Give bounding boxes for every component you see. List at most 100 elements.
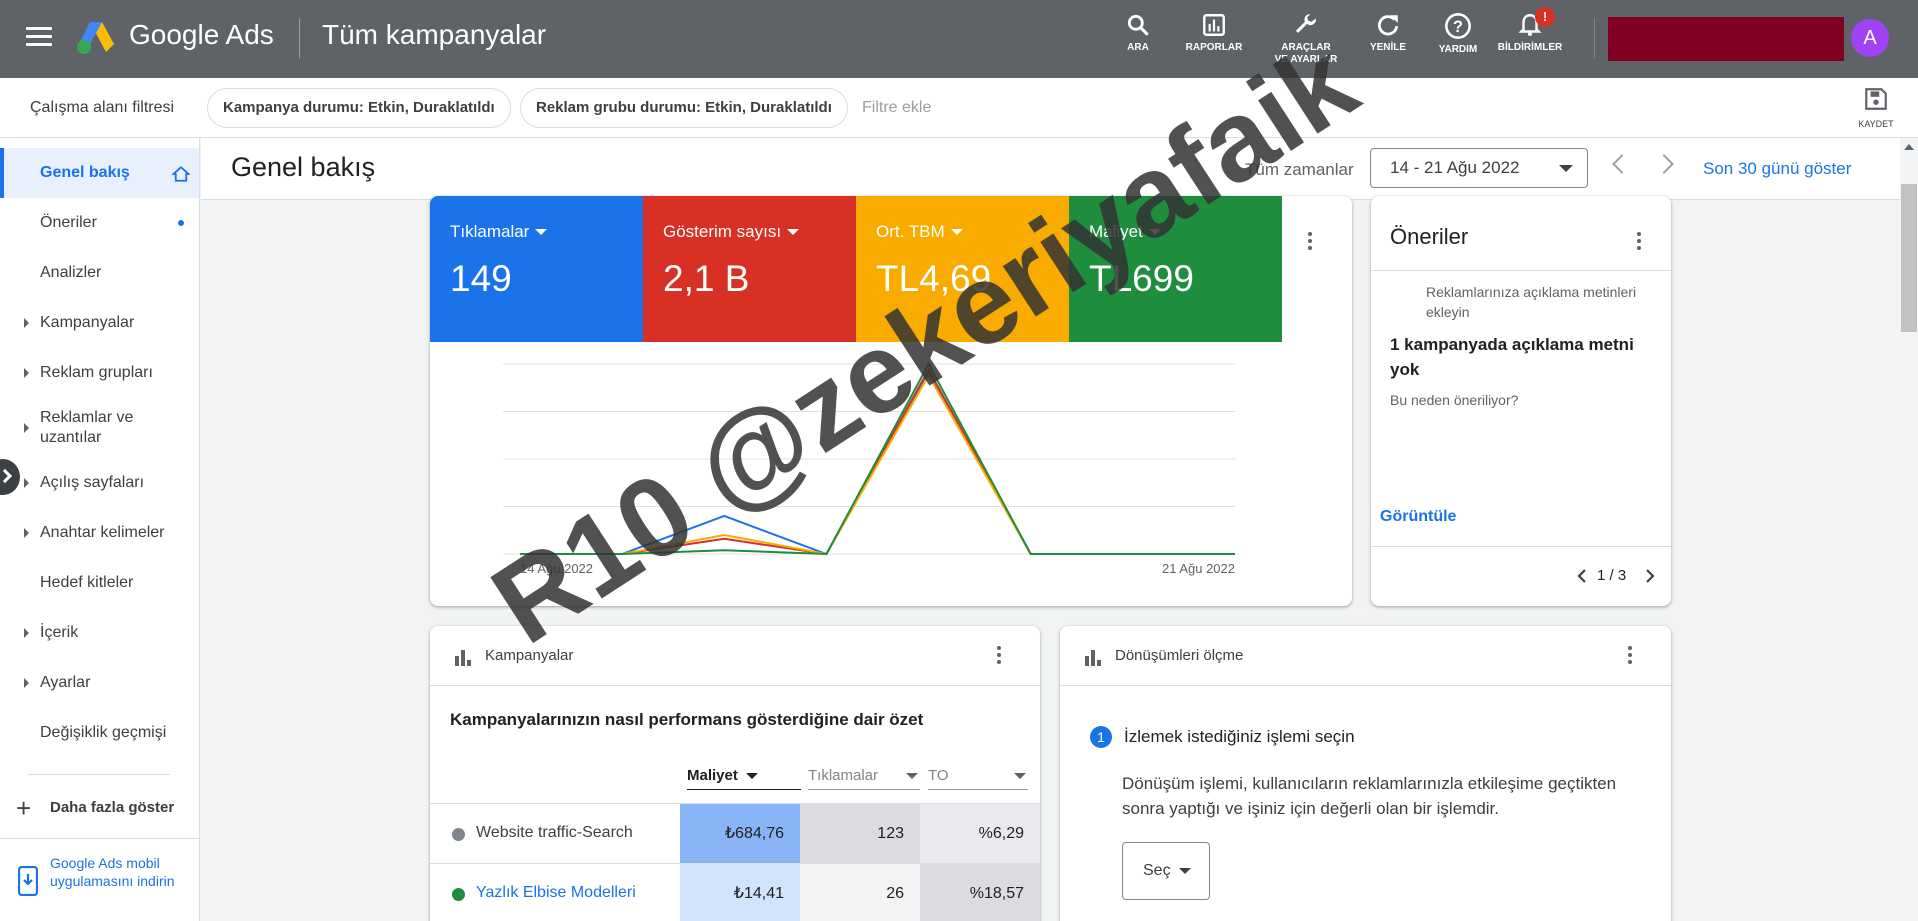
mobile-app-label: Google Ads mobil uygulamasını indirin xyxy=(50,855,175,889)
campaign-name[interactable]: Website traffic-Search xyxy=(476,824,633,842)
google-ads-logo xyxy=(77,22,114,54)
sidebar-item-settings[interactable]: Ayarlar xyxy=(0,658,199,708)
notification-dot xyxy=(178,220,184,226)
sidebar-item-recommendations[interactable]: Öneriler xyxy=(0,198,199,248)
time-range-label: Tüm zamanlar xyxy=(1245,160,1354,179)
previous-period-icon[interactable] xyxy=(1612,154,1632,174)
table-row[interactable]: Yazlık Elbise Modelleri ₺14,41 26 %18,57 xyxy=(430,863,1040,921)
divider xyxy=(299,18,300,58)
campaigns-card: Kampanyalar Kampanyalarınızın nasıl perf… xyxy=(430,626,1040,921)
page-scrollbar[interactable] xyxy=(1900,138,1918,921)
card-header: Kampanyalar xyxy=(430,626,1040,686)
campaign-name[interactable]: Yazlık Elbise Modelleri xyxy=(476,884,636,902)
why-recommended-link[interactable]: Bu neden öneriliyor? xyxy=(1390,392,1518,408)
performance-card: Tıklamalar 149 Gösterim sayısı 2,1 B Ort… xyxy=(430,196,1352,606)
metric-tile-impressions[interactable]: Gösterim sayısı 2,1 B xyxy=(643,196,856,342)
view-recommendation-link[interactable]: Görüntüle xyxy=(1380,508,1456,526)
column-header-ctr[interactable]: TO xyxy=(928,767,1028,784)
divider xyxy=(28,774,170,775)
metric-name: Gösterim sayısı xyxy=(663,222,800,242)
next-period-icon[interactable] xyxy=(1654,154,1674,174)
sidebar-item-campaigns[interactable]: Kampanyalar xyxy=(0,298,199,348)
divider xyxy=(1594,18,1595,58)
column-header-cost[interactable]: Maliyet xyxy=(687,767,760,784)
series-line-1 xyxy=(520,367,1235,556)
column-header-clicks[interactable]: Tıklamalar xyxy=(808,767,920,784)
paused-status-icon xyxy=(452,828,465,841)
step-title: İzlemek istediğiniz işlemi seçin xyxy=(1124,727,1355,746)
sidebar-item-label: Kampanyalar xyxy=(40,314,135,331)
expand-caret-icon xyxy=(24,368,29,378)
sidebar-item-audiences[interactable]: Hedef kitleler xyxy=(0,558,199,608)
account-selector[interactable] xyxy=(1608,17,1844,61)
bar-chart-icon xyxy=(1085,650,1101,666)
campaigns-card-title: Kampanyalar xyxy=(485,647,574,664)
cost-cell: ₺14,41 xyxy=(680,864,800,921)
metric-value: 2,1 B xyxy=(663,258,750,299)
active-status-icon xyxy=(452,888,465,901)
sidebar-item-label: Anahtar kelimeler xyxy=(40,524,165,541)
bar-chart-icon xyxy=(455,650,471,666)
more-options-icon[interactable] xyxy=(1308,232,1314,253)
add-filter-input[interactable]: Filtre ekle xyxy=(862,99,931,117)
home-icon xyxy=(172,166,190,182)
sidebar-item-label: Reklam grupları xyxy=(40,364,153,381)
date-range-picker[interactable]: 14 - 21 Ağu 2022 xyxy=(1370,148,1588,188)
metric-tile-avg-cpc[interactable]: Ort. TBM TL4,69 xyxy=(856,196,1069,342)
table-row[interactable]: Website traffic-Search ₺684,76 123 %6,29 xyxy=(430,803,1040,864)
chevron-right-icon[interactable] xyxy=(1643,567,1657,585)
reports-label: RAPORLAR xyxy=(1185,42,1243,53)
plus-icon: + xyxy=(16,793,32,823)
save-button[interactable]: KAYDET xyxy=(1852,86,1900,129)
menu-icon[interactable] xyxy=(26,27,52,47)
more-options-icon[interactable] xyxy=(1628,646,1634,667)
sidebar-item-insights[interactable]: Analizler xyxy=(0,248,199,298)
sidebar-item-landing-pages[interactable]: Açılış sayfaları xyxy=(0,458,199,508)
metric-tile-cost[interactable]: Maliyet TL699 xyxy=(1069,196,1282,342)
cost-cell: ₺684,76 xyxy=(680,804,800,864)
show-more-label: Daha fazla göster xyxy=(50,799,175,816)
sidebar-item-content[interactable]: İçerik xyxy=(0,608,199,658)
sidebar-item-label: Açılış sayfaları xyxy=(40,474,145,491)
sidebar-item-label: Genel bakış xyxy=(40,164,130,181)
x-tick-label: 21 Ağu 2022 xyxy=(1162,561,1235,576)
show-more-button[interactable]: + Daha fazla göster xyxy=(0,788,200,828)
series-line-2 xyxy=(520,373,1235,556)
overview-title: Genel bakış xyxy=(231,152,376,182)
sidebar-item-ad-groups[interactable]: Reklam grupları xyxy=(0,348,199,398)
metric-name: Tıklamalar xyxy=(450,222,548,242)
avatar[interactable]: A xyxy=(1851,19,1889,57)
date-range-value: 14 - 21 Ağu 2022 xyxy=(1390,158,1520,177)
reports-icon xyxy=(1203,14,1225,36)
more-options-icon[interactable] xyxy=(1637,232,1643,253)
campaign-status-filter-chip[interactable]: Kampanya durumu: Etkin, Duraklatıldı xyxy=(207,88,511,128)
notifications-button[interactable]: ! BİLDİRİMLER xyxy=(1485,7,1575,54)
scrollbar-thumb[interactable] xyxy=(1901,184,1917,332)
scroll-up-icon[interactable] xyxy=(1904,144,1914,150)
tools-settings-button[interactable]: ARAÇLAR VE AYARLAR xyxy=(1261,12,1351,66)
pager-text: 1 / 3 xyxy=(1597,567,1627,584)
page-title: Tüm kampanyalar xyxy=(322,19,547,50)
more-options-icon[interactable] xyxy=(997,646,1003,667)
reports-button[interactable]: RAPORLAR xyxy=(1169,12,1259,54)
sidebar-item-overview[interactable]: Genel bakış xyxy=(0,148,199,198)
adgroup-status-filter-chip[interactable]: Reklam grubu durumu: Etkin, Duraklatıldı xyxy=(520,88,848,128)
brand-name: Google Ads xyxy=(129,19,274,50)
recommendations-card: Öneriler Reklamlarınıza açıklama metinle… xyxy=(1371,196,1671,606)
sidebar-item-change-history[interactable]: Değişiklik geçmişi xyxy=(0,708,199,758)
divider xyxy=(0,838,200,839)
sidebar-item-label: Reklamlar ve uzantılar xyxy=(40,409,134,446)
expand-caret-icon xyxy=(24,678,29,688)
clicks-cell: 26 xyxy=(800,864,920,921)
show-last-30-days-link[interactable]: Son 30 günü göster xyxy=(1703,159,1851,179)
conversion-description: Dönüşüm işlemi, kullanıcıların reklamlar… xyxy=(1122,774,1617,818)
metric-tile-clicks[interactable]: Tıklamalar 149 xyxy=(430,196,643,342)
refresh-icon xyxy=(1377,15,1399,36)
wrench-icon xyxy=(1296,14,1316,33)
sidebar-item-keywords[interactable]: Anahtar kelimeler xyxy=(0,508,199,558)
chevron-left-icon[interactable] xyxy=(1575,567,1589,585)
sidebar-item-ads-extensions[interactable]: Reklamlar ve uzantılar xyxy=(0,398,199,458)
divider xyxy=(808,789,920,790)
divider xyxy=(1371,546,1671,547)
select-action-dropdown[interactable]: Seç xyxy=(1122,842,1210,900)
